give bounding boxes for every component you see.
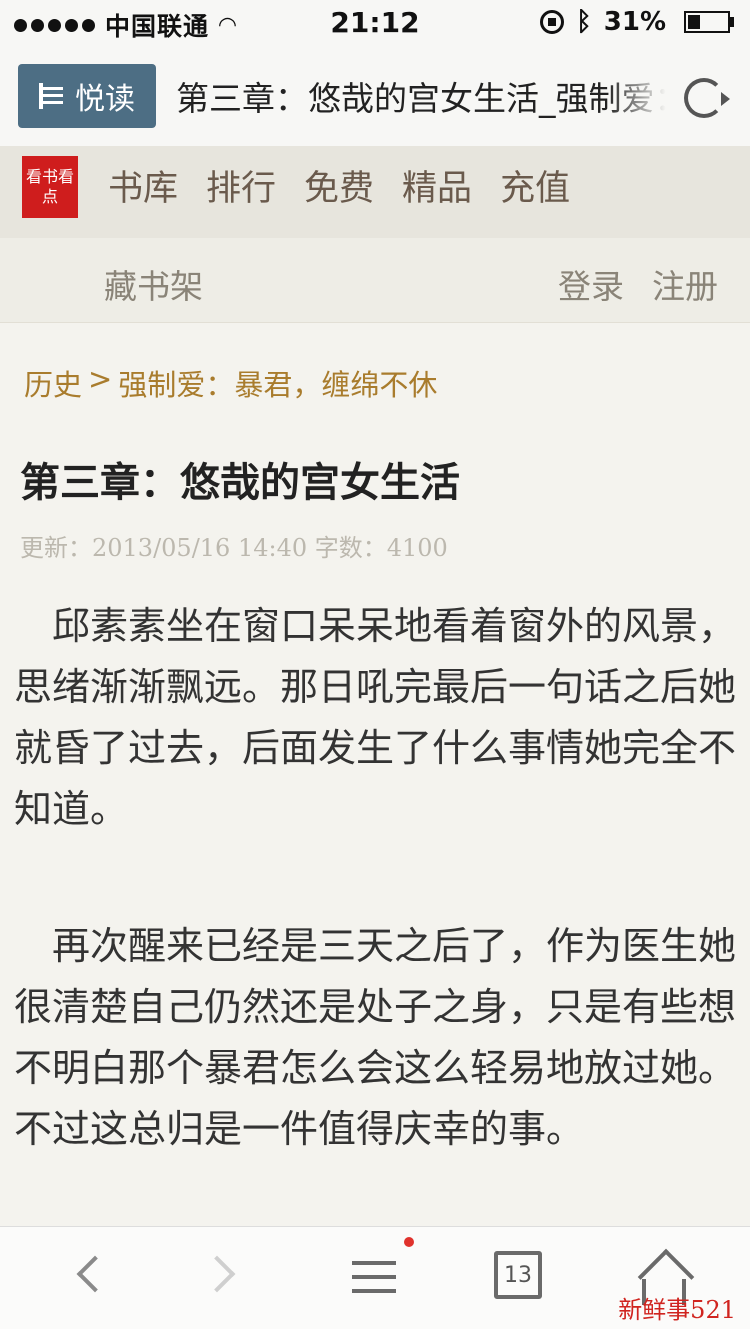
breadcrumb-category[interactable]: 历史 (24, 362, 82, 404)
site-nav: 看书看点 书库 排行 免费 精品 充值 (0, 146, 750, 238)
status-bar: 中国联通 ◠ 21:12 ᛒ 31% (0, 0, 750, 46)
chapter-meta: 更新：2013/05/16 14:40 字数：4100 (20, 534, 448, 562)
register-link[interactable]: 注册 (652, 260, 718, 308)
battery-percentage: 31% (603, 7, 666, 37)
login-link[interactable]: 登录 (558, 260, 624, 308)
status-right: ᛒ 31% (540, 7, 734, 37)
chapter-paragraph: 再次醒来已经是三天之后了，作为医生她很清楚自己仍然还是处子之身，只是有些想不明白… (14, 924, 737, 1151)
auth-links: 登录 注册 (558, 260, 718, 308)
nav-item-premium[interactable]: 精品 (402, 160, 472, 211)
rotation-lock-icon (540, 10, 565, 34)
reader-mode-button[interactable]: 悦读 (18, 64, 156, 128)
book-icon (39, 83, 63, 109)
notification-dot (404, 1237, 414, 1247)
nav-item-recharge[interactable]: 充值 (500, 160, 570, 211)
chapter-title: 第三章：悠哉的宫女生活 (20, 460, 460, 506)
battery-icon (678, 11, 734, 33)
menu-icon[interactable] (346, 1247, 406, 1307)
nav-item-free[interactable]: 免费 (304, 160, 374, 211)
breadcrumb: 历史 > 强制爱：暴君，缠绵不休 (24, 362, 437, 404)
tabs-icon[interactable]: 13 (494, 1251, 542, 1299)
user-bar: 藏书架 登录 注册 (0, 238, 750, 323)
breadcrumb-book[interactable]: 强制爱：暴君，缠绵不休 (118, 362, 437, 404)
reader-button-label: 悦读 (75, 82, 135, 117)
breadcrumb-separator: > (88, 362, 113, 396)
bluetooth-icon: ᛒ (576, 7, 592, 37)
reload-icon[interactable] (684, 78, 730, 118)
browser-address-bar: 悦读 第三章：悠哉的宫女生活_强制爱：暴君，缠绵不休 (0, 46, 750, 146)
nav-item-ranking[interactable]: 排行 (206, 160, 276, 211)
watermark: 新鲜事521 (618, 1296, 736, 1324)
url-title-field[interactable]: 第三章：悠哉的宫女生活_强制爱：暴君，缠绵不休 (176, 72, 666, 120)
tabs-count: 13 (504, 1263, 532, 1288)
forward-icon[interactable] (196, 1247, 256, 1307)
chapter-paragraph: 邱素素坐在窗口呆呆地看着窗外的风景，思绪渐渐飘远。那日吼完最后一句话之后她就昏了… (14, 604, 737, 831)
site-logo[interactable]: 看书看点 (22, 156, 78, 218)
site-menu: 书库 排行 免费 精品 充值 (108, 160, 570, 211)
back-icon[interactable] (60, 1247, 120, 1307)
nav-item-library[interactable]: 书库 (108, 160, 178, 211)
bookshelf-link[interactable]: 藏书架 (104, 260, 203, 308)
